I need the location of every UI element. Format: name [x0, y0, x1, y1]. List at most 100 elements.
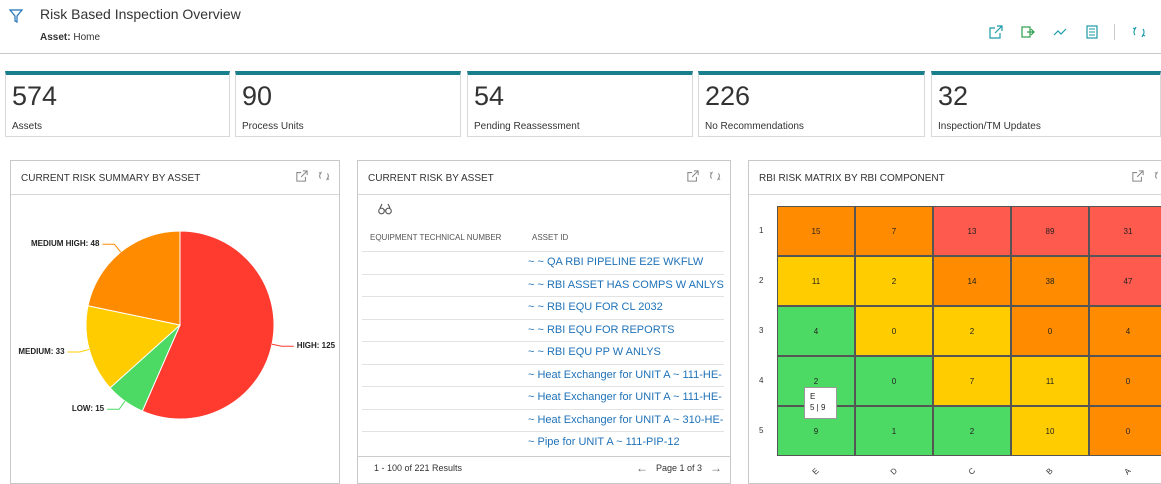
breadcrumb-label: Asset: [40, 32, 71, 43]
open-external-icon[interactable] [982, 22, 1010, 42]
kpi-card-no-recommendations[interactable]: 226 No Recommendations [698, 71, 925, 137]
asset-id-link[interactable]: ~ Heat Exchanger for UNIT A ~ 111-HE- [528, 391, 724, 403]
panel-title: RBI RISK MATRIX BY RBI COMPONENT [759, 173, 945, 184]
table-row[interactable]: ~ Pipe for UNIT A ~ 111-PIP-12 [362, 431, 724, 454]
matrix-cell[interactable]: 0 [1089, 356, 1161, 406]
matrix-cell[interactable]: 31 [1089, 206, 1161, 256]
matrix-column-label: D [888, 466, 900, 477]
breadcrumb-value[interactable]: Home [73, 32, 100, 43]
risk-matrix-panel: RBI RISK MATRIX BY RBI COMPONENT 1 15 7 13 8… [748, 160, 1161, 484]
kpi-card-process-units[interactable]: 90 Process Units [235, 71, 461, 137]
panel-actions [1131, 169, 1161, 183]
matrix-cell[interactable]: 0 [1089, 406, 1161, 456]
matrix-tooltip: E 5 | 9 [804, 387, 837, 419]
matrix-cell[interactable]: 0 [1011, 306, 1089, 356]
table-row[interactable]: ~ ~ RBI ASSET HAS COMPS W ANLYS [362, 273, 724, 297]
pie-slice-label: HIGH: 125 [296, 341, 336, 351]
asset-id-link[interactable]: ~ ~ RBI EQU PP W ANLYS [528, 346, 724, 358]
refresh-icon[interactable] [708, 169, 722, 183]
matrix-cell[interactable]: 4 [777, 306, 855, 356]
matrix-cell[interactable]: 15 [777, 206, 855, 256]
asset-id-link[interactable]: ~ ~ QA RBI PIPELINE E2E WKFLW [528, 256, 724, 268]
matrix-cell[interactable]: 11 [777, 256, 855, 306]
prev-page-arrow-icon[interactable]: ← [636, 461, 648, 475]
matrix-cell[interactable]: 2 [855, 256, 933, 306]
matrix-cell[interactable]: 2 [933, 306, 1011, 356]
filter-icon[interactable] [9, 9, 23, 23]
results-count: 1 - 100 of 221 Results [374, 463, 463, 473]
matrix-cell[interactable]: 0 [855, 356, 933, 406]
asset-id-link[interactable]: ~ Heat Exchanger for UNIT A ~ 310-HE- [528, 414, 724, 426]
calculator-icon[interactable] [1078, 22, 1106, 42]
refresh-icon[interactable] [1153, 169, 1161, 183]
panel-actions [686, 169, 722, 183]
kpi-card-assets[interactable]: 574 Assets [5, 71, 230, 137]
risk-summary-panel: CURRENT RISK SUMMARY BY ASSET HIGH: 125 L… [10, 160, 340, 484]
matrix-cell[interactable]: 7 [933, 356, 1011, 406]
kpi-value: 32 [938, 81, 969, 111]
matrix-cell[interactable]: 7 [855, 206, 933, 256]
asset-id-link[interactable]: ~ ~ RBI EQU FOR REPORTS [528, 324, 724, 336]
table-row[interactable]: ~ ~ RBI EQU PP W ANLYS [362, 341, 724, 364]
matrix-cell[interactable]: 4 [1089, 306, 1161, 356]
matrix-cell[interactable]: 89 [1011, 206, 1089, 256]
kpi-card-pending-reassessment[interactable]: 54 Pending Reassessment [467, 71, 693, 137]
kpi-label: Inspection/TM Updates [938, 121, 1041, 132]
next-page-arrow-icon[interactable]: → [710, 461, 722, 475]
kpi-label: No Recommendations [705, 121, 804, 132]
matrix-cell[interactable]: 1 [855, 406, 933, 456]
pie-leader-line [107, 400, 126, 410]
matrix-cell[interactable]: 11 [1011, 356, 1089, 406]
pie-leader-line [102, 243, 122, 253]
table-row[interactable]: ~ Heat Exchanger for UNIT A ~ 111-HE- [362, 386, 724, 409]
table-row[interactable]: ~ ~ QA RBI PIPELINE E2E WKFLW [362, 251, 724, 274]
column-header-asset-id[interactable]: ASSET ID [532, 233, 568, 242]
pie-leader-line [67, 348, 90, 353]
open-external-icon[interactable] [295, 169, 309, 183]
kpi-label: Process Units [242, 121, 304, 132]
matrix-cell[interactable]: 2 [933, 406, 1011, 456]
asset-id-link[interactable]: ~ ~ RBI ASSET HAS COMPS W ANLYS [528, 279, 724, 291]
open-external-icon[interactable] [1131, 169, 1145, 183]
binoculars-icon[interactable] [378, 203, 392, 215]
risk-by-asset-panel: CURRENT RISK BY ASSET EQUIPMENT TECHNICA… [357, 160, 731, 484]
breadcrumb: Asset: Home [40, 32, 100, 43]
open-external-icon[interactable] [686, 169, 700, 183]
asset-id-link[interactable]: ~ ~ RBI EQU FOR CL 2032 [528, 301, 724, 313]
pager: ← Page 1 of 3 → [636, 461, 722, 475]
matrix-cell[interactable]: 0 [855, 306, 933, 356]
matrix-column-label: C [966, 466, 978, 477]
table-row[interactable]: ~ Heat Exchanger for UNIT A ~ 111-HE- [362, 363, 724, 387]
matrix-column-label: E [810, 466, 821, 477]
export-icon[interactable] [1014, 22, 1042, 42]
column-header-equipment-technical-number[interactable]: EQUIPMENT TECHNICAL NUMBER [370, 233, 501, 242]
page-header: Risk Based Inspection Overview Asset: Ho… [0, 0, 1161, 54]
page-indicator: Page 1 of 3 [655, 463, 702, 473]
matrix-cell[interactable]: 10 [1011, 406, 1089, 456]
pie-leader-line [271, 343, 294, 347]
refresh-icon[interactable] [1125, 22, 1153, 42]
pie-slice-label: MEDIUM HIGH: 48 [30, 239, 100, 249]
asset-id-link[interactable]: ~ Pipe for UNIT A ~ 111-PIP-12 [528, 436, 724, 448]
matrix-row-label: 5 [759, 426, 764, 435]
matrix-row-label: 1 [759, 226, 764, 235]
tooltip-column: E [810, 392, 816, 401]
asset-id-link[interactable]: ~ Heat Exchanger for UNIT A ~ 111-HE- [528, 369, 724, 381]
table-row[interactable]: ~ ~ RBI EQU FOR REPORTS [362, 318, 724, 342]
matrix-cell[interactable]: 13 [933, 206, 1011, 256]
kpi-card-inspection-tm-updates[interactable]: 32 Inspection/TM Updates [931, 71, 1161, 137]
table-row[interactable]: ~ ~ RBI EQU FOR CL 2032 [362, 296, 724, 319]
table-row[interactable]: ~ Heat Exchanger for UNIT A ~ 310-HE- [362, 408, 724, 432]
matrix-cell[interactable]: 14 [933, 256, 1011, 306]
panel-header: RBI RISK MATRIX BY RBI COMPONENT [749, 161, 1161, 195]
matrix-cell[interactable]: 47 [1089, 256, 1161, 306]
pie-slice-label: LOW: 15 [71, 404, 105, 414]
kpi-value: 54 [474, 81, 505, 111]
refresh-icon[interactable] [317, 169, 331, 183]
page-title: Risk Based Inspection Overview [40, 6, 241, 22]
asset-table-body: ~ ~ QA RBI PIPELINE E2E WKFLW ~ ~ RBI ASS… [362, 251, 724, 454]
trend-icon[interactable] [1046, 22, 1074, 42]
panel-header: CURRENT RISK SUMMARY BY ASSET [11, 161, 339, 195]
tooltip-value: 5 | 9 [810, 403, 826, 412]
matrix-cell[interactable]: 38 [1011, 256, 1089, 306]
